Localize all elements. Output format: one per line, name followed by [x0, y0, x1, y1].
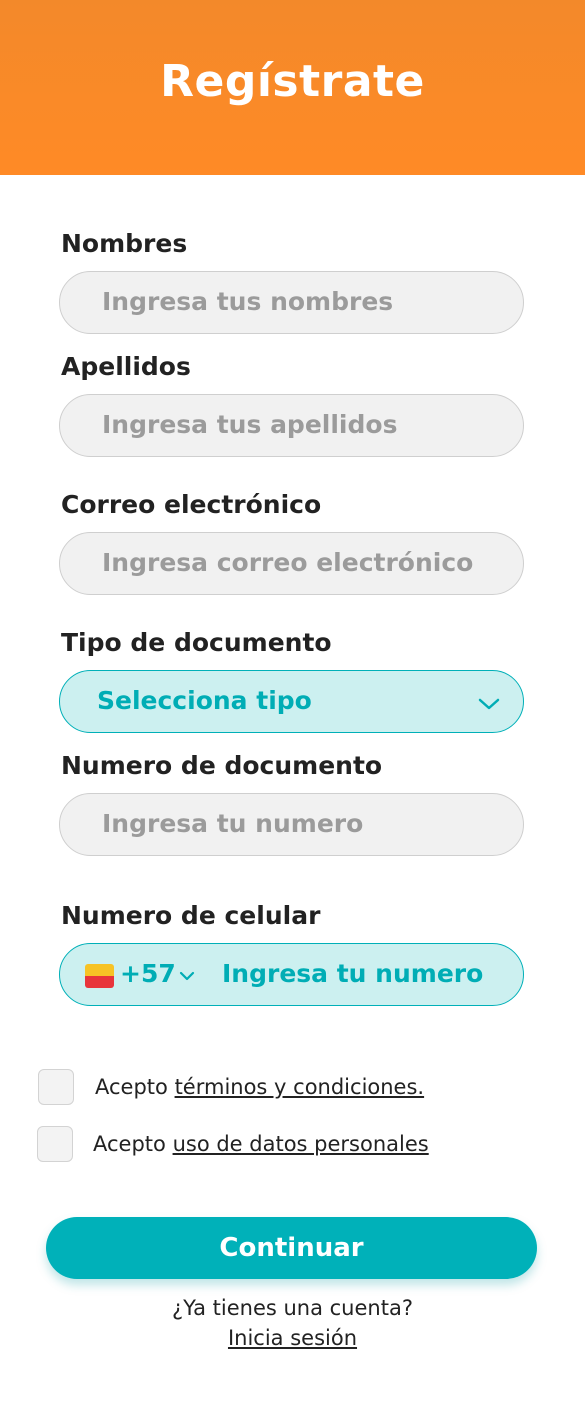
- account-question: ¿Ya tienes una cuenta?: [172, 1296, 413, 1320]
- terminos-prefix: Acepto: [95, 1075, 175, 1099]
- nombres-input[interactable]: Ingresa tus nombres: [59, 271, 524, 334]
- login-link[interactable]: Inicia sesión: [228, 1326, 357, 1350]
- apellidos-label: Apellidos: [61, 352, 191, 381]
- chevron-down-icon[interactable]: [179, 971, 195, 982]
- correo-label: Correo electrónico: [61, 490, 322, 519]
- celular-label: Numero de celular: [61, 901, 321, 930]
- datos-link[interactable]: uso de datos personales: [173, 1132, 429, 1156]
- tipo-documento-label: Tipo de documento: [61, 628, 332, 657]
- nombres-placeholder: Ingresa tus nombres: [102, 287, 394, 316]
- numero-documento-placeholder: Ingresa tu numero: [102, 809, 364, 838]
- apellidos-placeholder: Ingresa tus apellidos: [102, 410, 398, 439]
- header-bar: Regístrate: [0, 0, 585, 175]
- continue-button[interactable]: Continuar: [46, 1217, 537, 1279]
- celular-placeholder: Ingresa tu numero: [222, 959, 484, 988]
- login-link-wrapper: Inicia sesión: [0, 1326, 585, 1350]
- colombia-flag-icon[interactable]: [85, 964, 114, 988]
- terminos-link[interactable]: términos y condiciones.: [175, 1075, 425, 1099]
- datos-prefix: Acepto: [93, 1132, 173, 1156]
- correo-placeholder: Ingresa correo electrónico: [102, 548, 474, 577]
- tipo-documento-select[interactable]: Selecciona tipo: [59, 670, 524, 733]
- terminos-text: Acepto términos y condiciones.: [95, 1075, 424, 1099]
- terminos-checkbox[interactable]: [38, 1069, 74, 1105]
- apellidos-input[interactable]: Ingresa tus apellidos: [59, 394, 524, 457]
- datos-checkbox[interactable]: [37, 1126, 73, 1162]
- correo-input[interactable]: Ingresa correo electrónico: [59, 532, 524, 595]
- numero-documento-input[interactable]: Ingresa tu numero: [59, 793, 524, 856]
- nombres-label: Nombres: [61, 229, 188, 258]
- numero-documento-label: Numero de documento: [61, 751, 383, 780]
- celular-input[interactable]: +57 Ingresa tu numero: [59, 943, 524, 1006]
- chevron-down-icon: [478, 698, 500, 710]
- country-code[interactable]: +57: [120, 959, 176, 988]
- datos-text: Acepto uso de datos personales: [93, 1132, 429, 1156]
- tipo-documento-value: Selecciona tipo: [97, 686, 312, 715]
- page-title: Regístrate: [160, 56, 425, 107]
